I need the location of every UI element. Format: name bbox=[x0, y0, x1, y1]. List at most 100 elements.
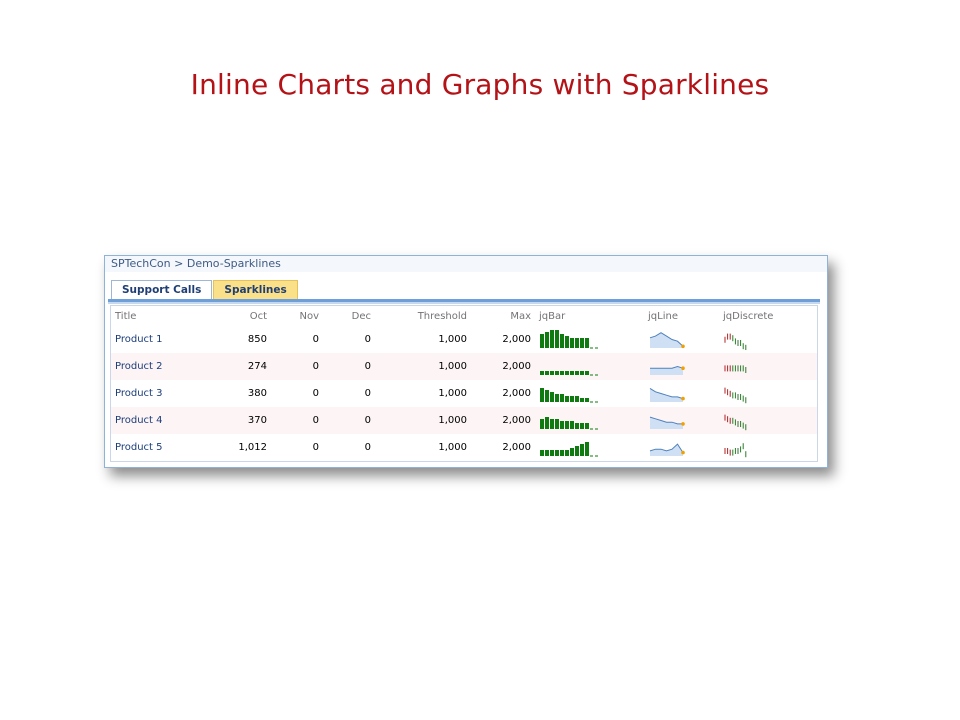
line-end-marker bbox=[681, 365, 685, 370]
bar-mark bbox=[560, 449, 564, 456]
jqbar-sparkline bbox=[540, 329, 598, 348]
jqbar-sparkline bbox=[540, 370, 598, 375]
bar-mark bbox=[565, 370, 569, 375]
col-header-dec[interactable]: Dec bbox=[323, 306, 375, 326]
bar-mark bbox=[585, 370, 589, 375]
title-link[interactable]: Product 1 bbox=[111, 326, 191, 353]
bar-mark bbox=[560, 420, 564, 429]
bar-mark bbox=[540, 333, 544, 348]
bar-mark bbox=[560, 370, 564, 375]
cell-max: 2,000 bbox=[502, 334, 531, 345]
table-row: Product 1 850 0 0 1,000 2,000 bbox=[111, 326, 817, 353]
jqline-sparkline bbox=[649, 387, 685, 402]
cell-dec: 0 bbox=[364, 442, 371, 453]
cell-jqbar bbox=[535, 407, 644, 434]
title-link[interactable]: Product 3 bbox=[111, 380, 191, 407]
cell-jqdiscrete bbox=[719, 353, 817, 380]
bar-mark bbox=[550, 329, 554, 348]
cell-threshold: 1,000 bbox=[438, 388, 467, 399]
bar-mark bbox=[550, 449, 554, 456]
cell-threshold: 1,000 bbox=[375, 407, 471, 434]
line-end-marker bbox=[681, 450, 685, 454]
bar-mark bbox=[565, 449, 569, 456]
col-header-nov[interactable]: Nov bbox=[271, 306, 323, 326]
col-header-title[interactable]: Title bbox=[111, 306, 191, 326]
bar-mark bbox=[555, 449, 559, 456]
cell-jqline bbox=[644, 326, 719, 353]
cell-jqbar bbox=[535, 326, 644, 353]
col-header-max[interactable]: Max bbox=[471, 306, 535, 326]
bar-mark bbox=[580, 397, 584, 402]
line-area bbox=[650, 443, 683, 456]
bar-mark bbox=[560, 333, 564, 348]
cell-max: 2,000 bbox=[471, 353, 535, 380]
cell-max: 2,000 bbox=[502, 442, 531, 453]
jqdiscrete-sparkline bbox=[724, 333, 747, 350]
bar-mark bbox=[545, 389, 549, 402]
bar-mark bbox=[585, 337, 589, 348]
cell-nov: 0 bbox=[271, 407, 323, 434]
bar-mark bbox=[575, 395, 579, 402]
bar-mark bbox=[560, 393, 564, 402]
bar-mark bbox=[540, 449, 544, 456]
bar-mark bbox=[580, 422, 584, 429]
bar-mark bbox=[550, 391, 554, 402]
table-row: Product 2 274 0 0 1,000 2,000 bbox=[111, 353, 817, 380]
table-row: Product 5 1,012 0 0 1,000 2,000 bbox=[111, 434, 817, 461]
jqline-sparkline bbox=[649, 416, 685, 429]
bar-mark bbox=[570, 395, 574, 402]
cell-jqbar bbox=[535, 380, 644, 407]
sharepoint-frame: SPTechCon > Demo-Sparklines Support Call… bbox=[104, 255, 828, 468]
bar-mark bbox=[565, 395, 569, 402]
col-header-oct[interactable]: Oct bbox=[191, 306, 271, 326]
cell-jqbar bbox=[535, 353, 644, 380]
bar-mark bbox=[570, 420, 574, 429]
tab-support-calls[interactable]: Support Calls bbox=[111, 280, 213, 300]
header-row: Title Oct Nov Dec Threshold Max jqBar jq… bbox=[111, 306, 817, 326]
bar-mark bbox=[575, 422, 579, 429]
jqbar-sparkline bbox=[540, 441, 598, 456]
jqbar-sparkline bbox=[540, 416, 598, 429]
bar-mark bbox=[540, 418, 544, 429]
cell-jqline bbox=[644, 434, 719, 461]
list-view: Title Oct Nov Dec Threshold Max jqBar jq… bbox=[110, 305, 818, 462]
line-end-marker bbox=[681, 421, 685, 426]
cell-jqline bbox=[644, 380, 719, 407]
bar-mark bbox=[575, 445, 579, 456]
tab-sparklines[interactable]: Sparklines bbox=[213, 280, 298, 300]
col-header-threshold[interactable]: Threshold bbox=[375, 306, 471, 326]
jqdiscrete-sparkline bbox=[724, 442, 747, 457]
bar-mark bbox=[570, 337, 574, 348]
bar-mark bbox=[545, 370, 549, 375]
title-link[interactable]: Product 4 bbox=[111, 407, 191, 434]
col-header-jqline[interactable]: jqLine bbox=[644, 306, 719, 326]
jqline-sparkline bbox=[649, 331, 685, 348]
col-header-jqdiscrete[interactable]: jqDiscrete bbox=[719, 306, 817, 326]
cell-max: 2,000 bbox=[502, 388, 531, 399]
bar-mark bbox=[580, 370, 584, 375]
jqline-sparkline bbox=[650, 365, 685, 375]
cell-dec: 0 bbox=[364, 388, 371, 399]
data-table: Title Oct Nov Dec Threshold Max jqBar jq… bbox=[111, 306, 817, 461]
bar-mark bbox=[555, 329, 559, 348]
cell-dec: 0 bbox=[323, 353, 375, 380]
title-link[interactable]: Product 2 bbox=[111, 353, 191, 380]
bar-mark bbox=[545, 449, 549, 456]
cell-jqline bbox=[644, 407, 719, 434]
jqdiscrete-sparkline bbox=[724, 414, 747, 430]
cell-oct: 370 bbox=[191, 407, 271, 434]
table-row: Product 4 370 0 0 1,000 2,000 bbox=[111, 407, 817, 434]
col-header-jqbar[interactable]: jqBar bbox=[535, 306, 644, 326]
bar-mark bbox=[585, 441, 589, 456]
breadcrumb[interactable]: SPTechCon > Demo-Sparklines bbox=[105, 256, 827, 272]
bar-mark bbox=[575, 337, 579, 348]
cell-oct: 380 bbox=[247, 388, 267, 399]
bar-mark bbox=[545, 416, 549, 429]
bar-mark bbox=[585, 397, 589, 402]
title-link[interactable]: Product 5 bbox=[111, 434, 191, 461]
cell-nov: 0 bbox=[312, 334, 319, 345]
jqbar-sparkline bbox=[540, 387, 598, 402]
bar-mark bbox=[540, 370, 544, 375]
cell-dec: 0 bbox=[364, 334, 371, 345]
bar-mark bbox=[570, 447, 574, 456]
